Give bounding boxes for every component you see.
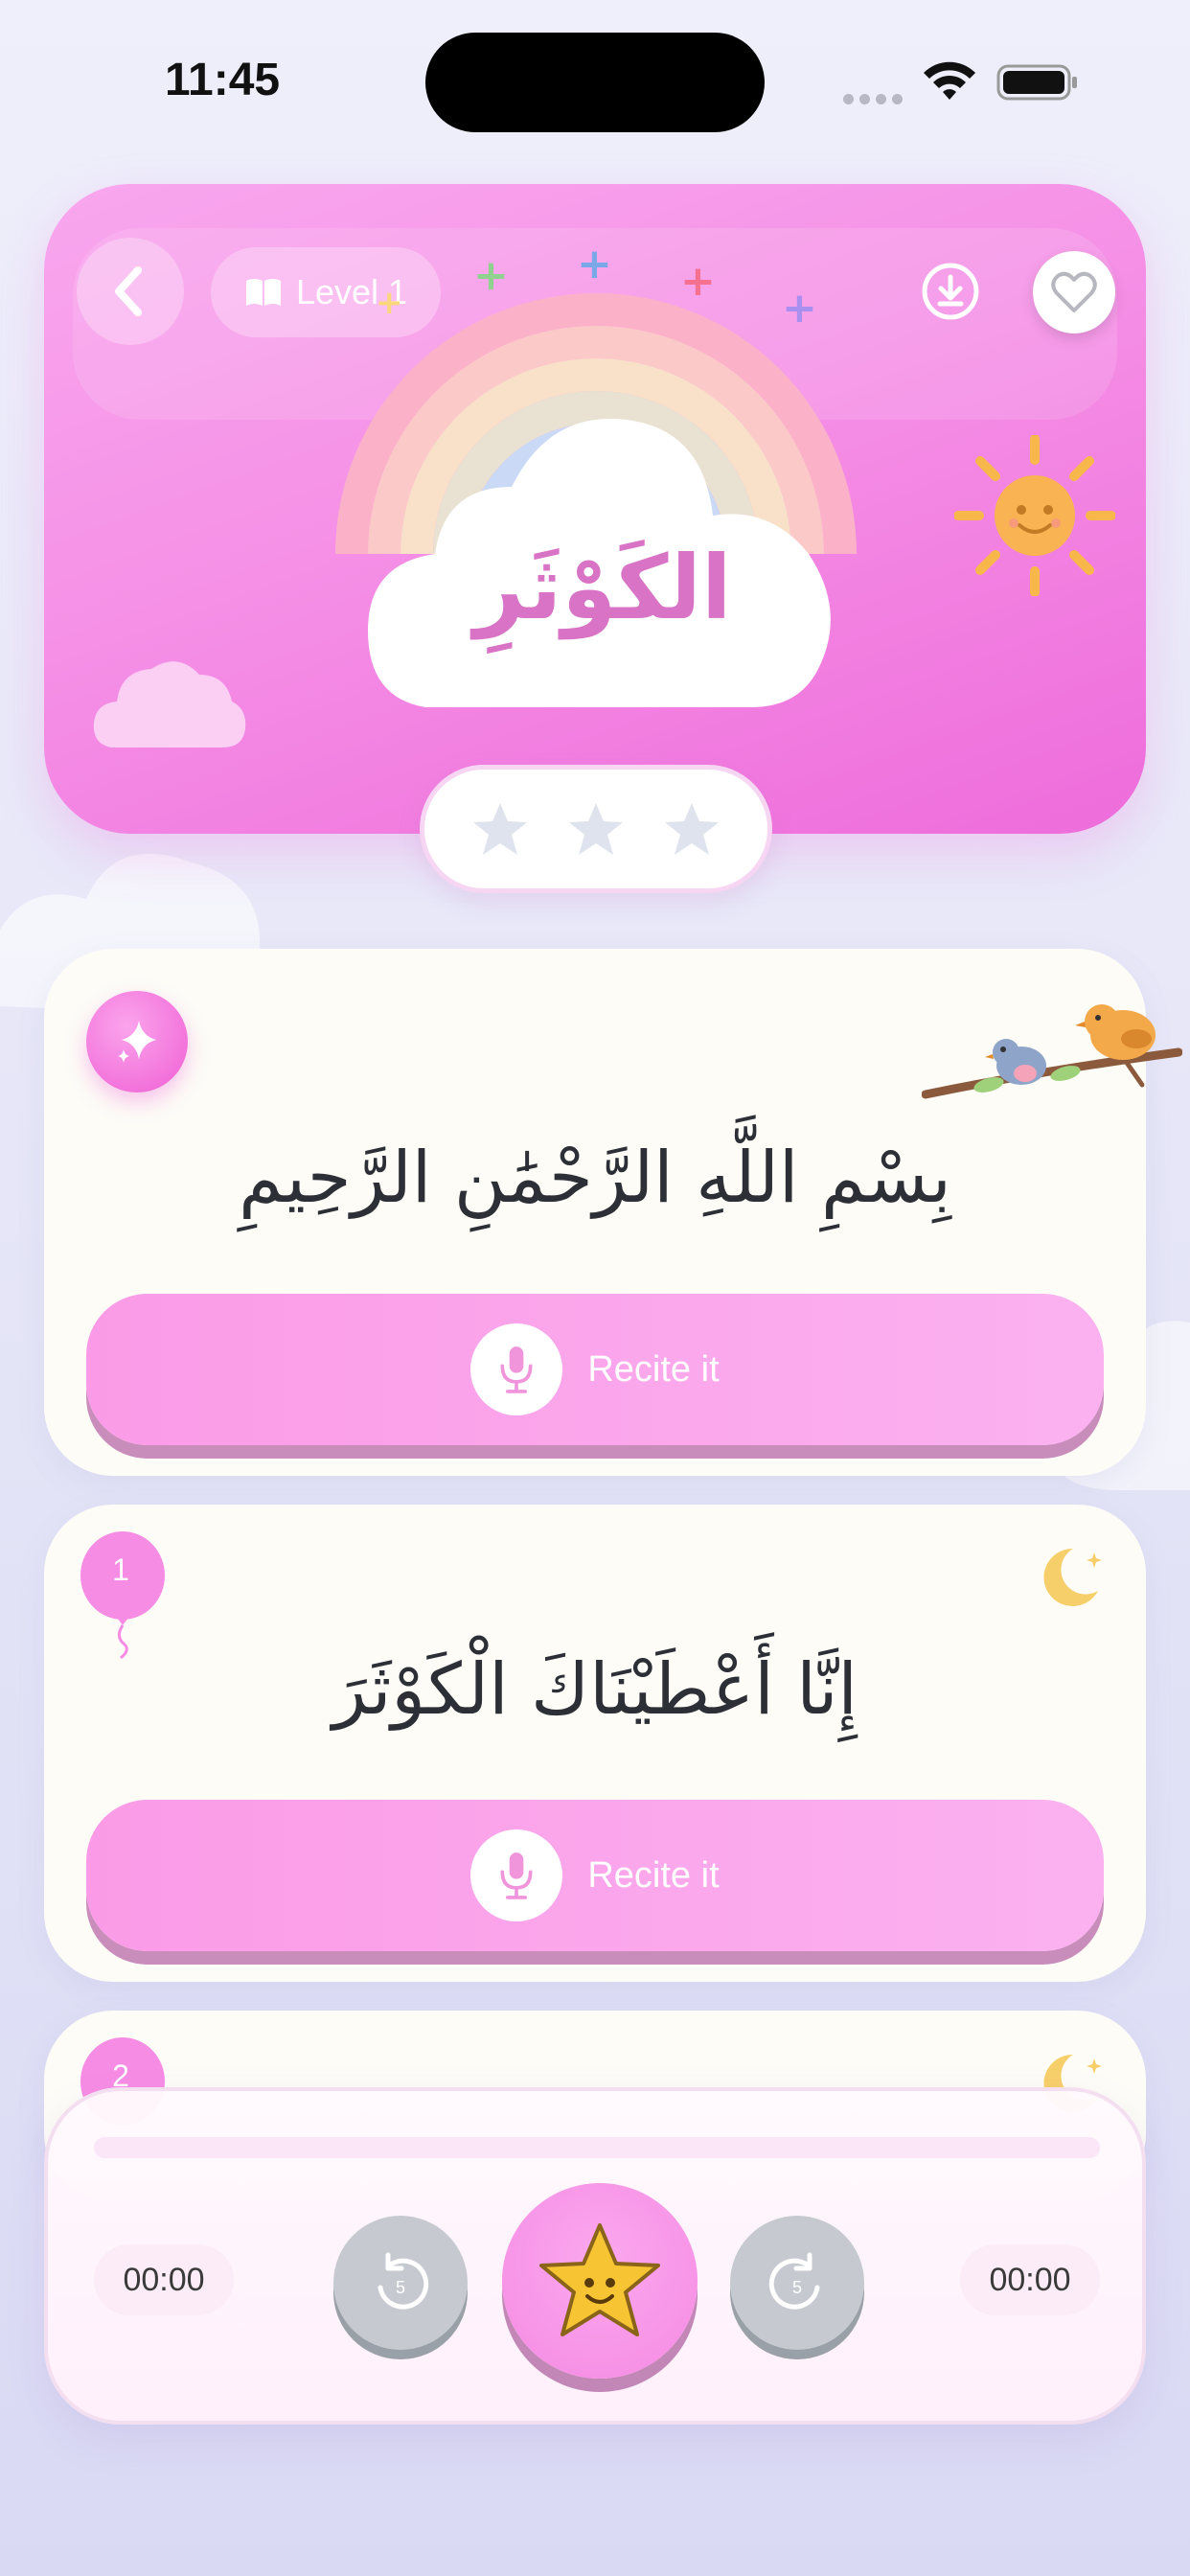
star-icon <box>569 803 623 855</box>
star-play-icon <box>539 2223 660 2336</box>
dynamic-island <box>425 33 765 132</box>
mic-button-circle <box>470 1829 563 1921</box>
status-bar: 11:45 <box>0 0 1190 163</box>
play-button[interactable] <box>502 2183 698 2379</box>
microphone-icon <box>500 1346 533 1393</box>
sparkle-plus-icon: + <box>577 240 612 288</box>
battery-icon <box>996 64 1077 101</box>
rewind-icon: 5 <box>378 2252 429 2310</box>
download-icon[interactable] <box>920 261 981 322</box>
heart-icon <box>1051 271 1097 312</box>
forward-seconds: 5 <box>792 2278 802 2297</box>
rewind-5-button[interactable]: 5 <box>333 2216 468 2350</box>
recite-label: Recite it <box>587 1854 720 1896</box>
forward-icon: 5 <box>768 2252 820 2310</box>
verse-card: 1 إِنَّا أَعْطَيْنَاكَ الْكَوْثَرَ Recit… <box>44 1505 1146 1982</box>
favorite-button[interactable] <box>1033 251 1115 334</box>
recite-label: Recite it <box>587 1348 720 1390</box>
birds-on-branch-illustration <box>922 1004 1182 1099</box>
star-icon <box>473 803 527 855</box>
total-time: 00:00 <box>960 2244 1100 2315</box>
sparkle-icon <box>118 1021 156 1063</box>
verse-text: إِنَّا أَعْطَيْنَاكَ الْكَوْثَرَ <box>332 1648 858 1731</box>
mic-button-circle <box>470 1323 563 1415</box>
progress-bar[interactable] <box>94 2137 1100 2158</box>
verse-number: 1 <box>112 1552 129 1587</box>
crescent-moon-icon <box>1043 1548 1102 1606</box>
book-icon <box>245 279 281 306</box>
star-icon <box>665 803 719 855</box>
recite-button[interactable]: Recite it <box>86 1294 1104 1445</box>
verse-card-bismillah: بِسْمِ اللَّهِ الرَّحْمَٰنِ الرَّحِيمِ R… <box>44 949 1182 1476</box>
verse-text: بِسْمِ اللَّهِ الرَّحْمَٰنِ الرَّحِيمِ <box>239 1137 951 1219</box>
sparkle-badge <box>86 991 188 1092</box>
recite-button[interactable]: Recite it <box>86 1800 1104 1951</box>
chevron-left-icon <box>115 266 142 316</box>
current-time: 00:00 <box>94 2244 234 2315</box>
forward-5-button[interactable]: 5 <box>730 2216 864 2350</box>
audio-player: 00:00 00:00 5 5 <box>44 2087 1146 2425</box>
rewind-seconds: 5 <box>396 2278 405 2297</box>
cloud-illustration <box>93 661 246 748</box>
status-time: 11:45 <box>165 55 281 105</box>
wifi-icon <box>924 61 975 100</box>
microphone-icon <box>500 1852 533 1899</box>
surah-title: الكَوْثَرِ <box>473 537 732 639</box>
sun-icon <box>954 435 1115 596</box>
back-button[interactable] <box>77 238 184 345</box>
balloon-number-badge <box>80 1531 165 1660</box>
cellular-signal-icon <box>843 90 908 108</box>
star-rating <box>420 765 772 893</box>
